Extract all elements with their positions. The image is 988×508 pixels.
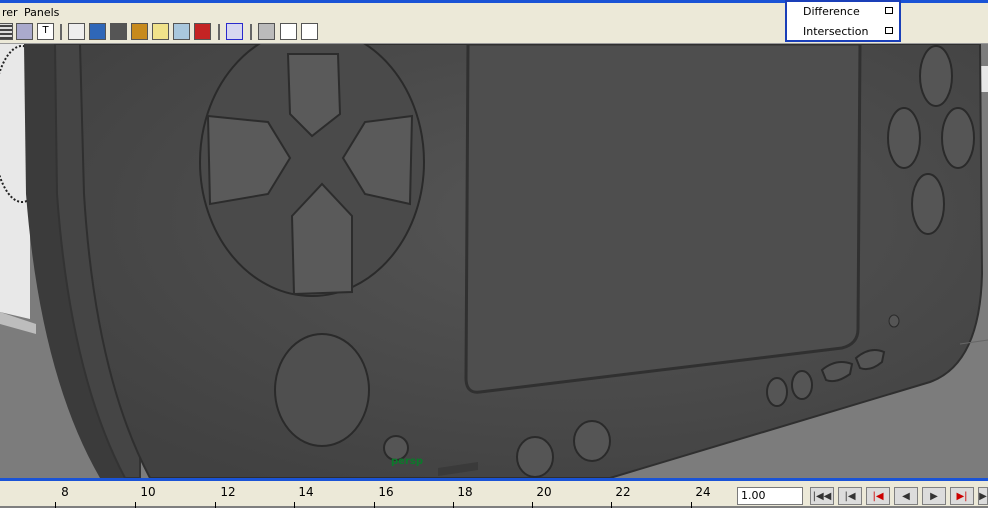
smooth-shaded-cube-icon[interactable] — [89, 23, 106, 40]
option-box-icon[interactable] — [885, 27, 893, 34]
tick-label: 14 — [298, 485, 314, 499]
tick-mark — [374, 502, 375, 508]
toolbar-separator — [60, 24, 62, 40]
flat-shaded-cube-icon[interactable] — [110, 23, 127, 40]
camera-label: persp — [391, 456, 423, 467]
perspective-viewport[interactable] — [0, 44, 988, 478]
option-box-icon[interactable] — [885, 7, 893, 14]
step-back-frame-icon[interactable]: |◀ — [866, 487, 890, 505]
step-forward-key-icon[interactable]: ▶| — [950, 487, 974, 505]
tick-label: 16 — [378, 485, 394, 499]
wireframe-cube-icon[interactable] — [68, 23, 85, 40]
xray-cube-icon[interactable] — [173, 23, 190, 40]
tick-mark — [294, 502, 295, 508]
isolate-cube-icon[interactable] — [258, 23, 275, 40]
tick-mark — [453, 502, 454, 508]
boolean-menu: Difference Intersection — [785, 0, 901, 42]
light-bulb-icon[interactable] — [152, 23, 169, 40]
film-gate-icon[interactable] — [16, 23, 33, 40]
menu-panels[interactable]: Panels — [24, 6, 59, 19]
tick-label: 22 — [615, 485, 631, 499]
tick-label: 12 — [220, 485, 236, 499]
tick-mark — [215, 502, 216, 508]
face-button-left — [887, 107, 921, 169]
play-forward-icon[interactable]: ▶ — [922, 487, 946, 505]
tick-label: 8 — [61, 485, 69, 499]
face-button-right — [941, 107, 975, 169]
tick-label: 20 — [536, 485, 552, 499]
tick-mark — [135, 502, 136, 508]
menu-renderer[interactable]: rer — [2, 6, 18, 19]
frame-all-icon[interactable] — [280, 23, 297, 40]
tick-label: 10 — [140, 485, 156, 499]
select-frame-icon[interactable] — [226, 23, 243, 40]
face-button-bottom — [911, 173, 945, 235]
grid-icon[interactable] — [0, 23, 13, 40]
tick-label: 18 — [457, 485, 473, 499]
texture-icon[interactable] — [131, 23, 148, 40]
red-cube-icon[interactable] — [194, 23, 211, 40]
tick-mark — [532, 502, 533, 508]
step-back-key-icon[interactable]: |◀ — [838, 487, 862, 505]
camera-path-icon[interactable] — [301, 23, 318, 40]
go-to-start-icon[interactable]: |◀◀ — [810, 487, 834, 505]
tick-label: 24 — [695, 485, 711, 499]
toolbar-separator — [250, 24, 252, 40]
device-screen — [464, 44, 862, 394]
current-frame-field[interactable]: 1.00 — [737, 487, 803, 505]
face-button-top — [919, 45, 953, 107]
play-backward-icon[interactable]: ◀ — [894, 487, 918, 505]
toolbar-separator — [218, 24, 220, 40]
menu-item-difference[interactable]: Difference — [803, 5, 860, 18]
tick-mark — [611, 502, 612, 508]
analog-stick — [274, 333, 370, 447]
menu-item-intersection[interactable]: Intersection — [803, 25, 868, 38]
tick-mark — [55, 502, 56, 508]
tick-mark — [691, 502, 692, 508]
go-to-end-icon[interactable]: ▶ — [978, 487, 988, 505]
text-icon[interactable]: T — [37, 23, 54, 40]
